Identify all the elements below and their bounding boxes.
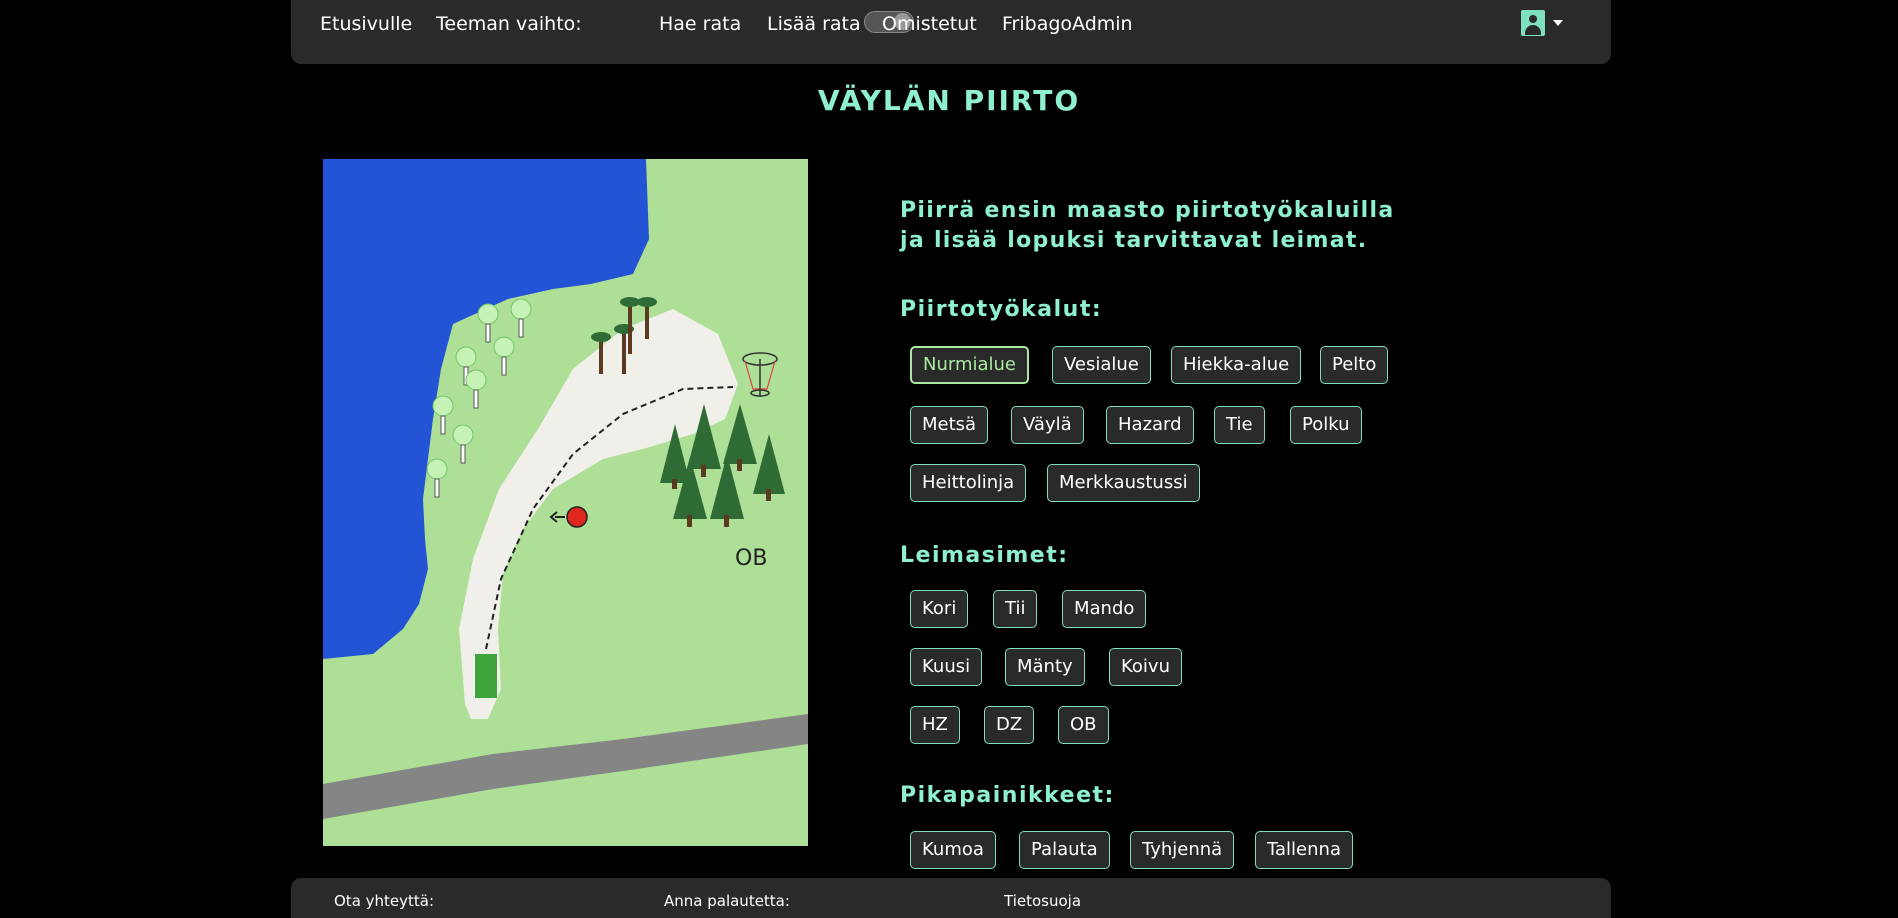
tool-nurmialue-button[interactable]: Nurmialue [910,346,1030,384]
stamp-mando-button[interactable]: Mando [1062,590,1147,628]
tool-vayla-button[interactable]: Väylä [1011,406,1084,444]
tool-merkkaustussi-button[interactable]: Merkkaustussi [1047,464,1200,502]
footer-feedback-link[interactable]: Anna palautetta: [664,892,790,910]
tee-pad-icon [475,654,497,698]
tool-pelto-button[interactable]: Pelto [1320,346,1389,384]
tool-hazard-button[interactable]: Hazard [1106,406,1194,444]
stamp-koivu-button[interactable]: Koivu [1109,648,1182,686]
footer-contact-link[interactable]: Ota yhteyttä: [334,892,434,910]
redo-button[interactable]: Palauta [1019,831,1110,869]
tool-heittolinja-button[interactable]: Heittolinja [910,464,1027,502]
stamp-ob-button[interactable]: OB [1058,706,1109,744]
nav-search-course-link[interactable]: Hae rata [659,13,741,35]
ob-map-label: OB [735,546,767,571]
nav-admin-link[interactable]: FribagoAdmin [1002,13,1133,35]
stamps-heading: Leimasimet: [900,543,1069,568]
tool-polku-button[interactable]: Polku [1290,406,1362,444]
clear-button[interactable]: Tyhjennä [1130,831,1235,869]
stamp-hz-button[interactable]: HZ [910,706,960,744]
footer: Ota yhteyttä: Anna palautetta: Tietosuoj… [291,878,1611,918]
nav-theme-label: Teeman vaihto: [436,13,582,35]
stamp-manty-button[interactable]: Mänty [1005,648,1085,686]
tools-heading: Piirtotyökalut: [900,297,1103,322]
footer-privacy-link[interactable]: Tietosuoja [1004,892,1081,910]
undo-button[interactable]: Kumoa [910,831,996,869]
chevron-down-icon[interactable] [1553,20,1563,26]
tool-hiekka-alue-button[interactable]: Hiekka-alue [1171,346,1302,384]
save-button[interactable]: Tallenna [1255,831,1353,869]
user-avatar-icon[interactable] [1521,10,1545,36]
instructions-text: Piirrä ensin maasto piirtotyökaluilla ja… [900,198,1395,253]
stamp-kori-button[interactable]: Kori [910,590,969,628]
stamp-tii-button[interactable]: Tii [993,590,1038,628]
nav-owned-link[interactable]: Omistetut [882,13,977,35]
page-title: VÄYLÄN PIIRTO [817,84,1081,117]
stamp-dz-button[interactable]: DZ [984,706,1035,744]
nav-add-course-link[interactable]: Lisää rata [767,13,861,35]
nav-home-link[interactable]: Etusivulle [320,13,412,35]
drawing-canvas[interactable]: OB [323,159,808,846]
quick-heading: Pikapainikkeet: [900,783,1115,808]
stamp-kuusi-button[interactable]: Kuusi [910,648,983,686]
top-navbar: Etusivulle Teeman vaihto: Hae rata Lisää… [291,0,1611,64]
tool-metsa-button[interactable]: Metsä [910,406,989,444]
tool-tie-button[interactable]: Tie [1214,406,1265,444]
mando-icon [566,506,588,528]
tool-vesialue-button[interactable]: Vesialue [1052,346,1151,384]
